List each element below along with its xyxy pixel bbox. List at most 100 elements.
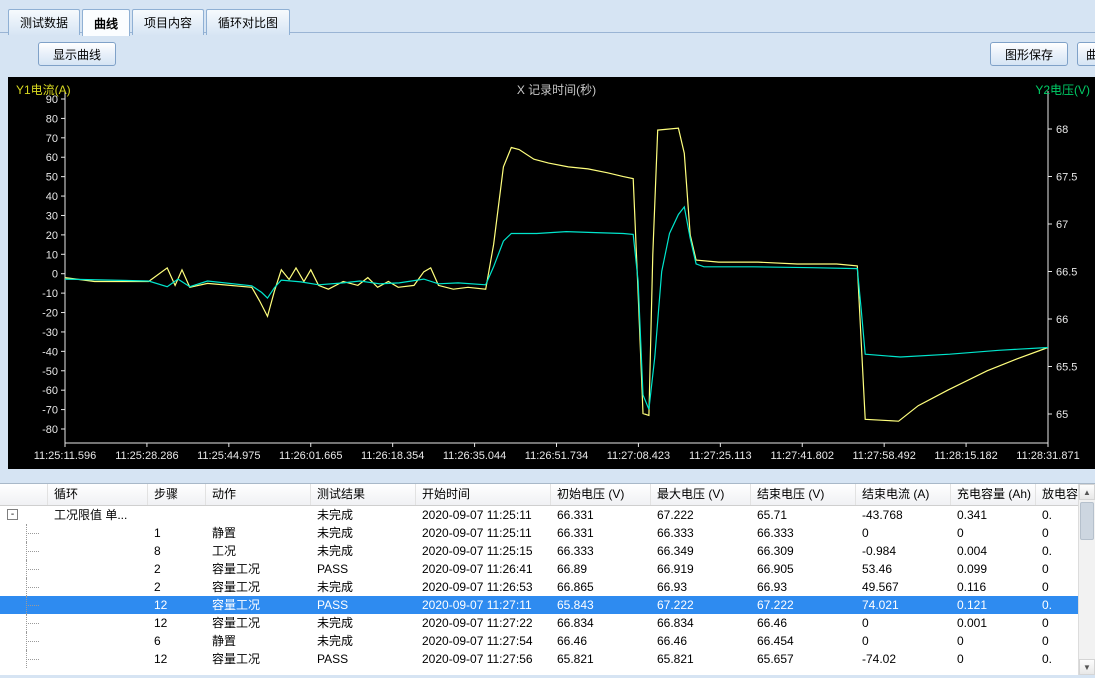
cell-initial-voltage: 66.46 xyxy=(551,632,651,650)
cell-start-time: 2020-09-07 11:26:41 xyxy=(416,560,551,578)
cell-discharge-capacity: 0 xyxy=(1036,632,1078,650)
cell-end-current: 49.567 xyxy=(856,578,951,596)
cell-initial-voltage: 66.89 xyxy=(551,560,651,578)
cell-end-current: 74.021 xyxy=(856,596,951,614)
cell-step: 12 xyxy=(148,650,206,668)
scrollbar-thumb[interactable] xyxy=(1080,502,1094,540)
column-header-start-time[interactable]: 开始时间 xyxy=(416,484,551,505)
table-row[interactable]: 12容量工况PASS2020-09-07 11:27:5665.82165.82… xyxy=(0,650,1078,668)
column-header-discharge-capacity[interactable]: 放电容 xyxy=(1036,484,1078,505)
scroll-down-icon[interactable]: ▼ xyxy=(1079,659,1095,675)
vertical-scrollbar[interactable]: ▲ ▼ xyxy=(1078,484,1095,675)
y1-tick-label: -20 xyxy=(42,308,58,320)
y2-tick-label: 66.5 xyxy=(1056,267,1077,279)
column-header-initial-voltage[interactable]: 初始电压 (V) xyxy=(551,484,651,505)
y1-tick-label: 60 xyxy=(46,152,58,164)
cell-start-time: 2020-09-07 11:27:22 xyxy=(416,614,551,632)
show-curve-button[interactable]: 显示曲线 xyxy=(38,42,116,66)
column-header-charge-capacity[interactable]: 充电容量 (Ah) xyxy=(951,484,1036,505)
y1-tick-label: -60 xyxy=(42,385,58,397)
cell-cycle xyxy=(48,542,148,560)
x-tick-label: 11:25:44.975 xyxy=(197,450,260,462)
table-row[interactable]: -工况限值 单...未完成2020-09-07 11:25:1166.33167… xyxy=(0,506,1078,524)
save-graph-button[interactable]: 图形保存 xyxy=(990,42,1068,66)
tab-4[interactable]: 循环对比图 xyxy=(206,9,290,35)
cell-charge-capacity: 0 xyxy=(951,632,1036,650)
cell-end-current: -0.984 xyxy=(856,542,951,560)
column-header-max-voltage[interactable]: 最大电压 (V) xyxy=(651,484,751,505)
x-tick-label: 11:26:35.044 xyxy=(443,450,506,462)
cell-tree xyxy=(0,632,48,650)
column-header-result[interactable]: 测试结果 xyxy=(311,484,416,505)
tree-collapse-icon[interactable]: - xyxy=(7,509,18,520)
chart-title: X 记录时间(秒) xyxy=(517,83,596,97)
cell-cycle xyxy=(48,596,148,614)
chart-panel: 9080706050403020100-10-20-30-40-50-60-70… xyxy=(8,77,1095,469)
cell-step: 12 xyxy=(148,596,206,614)
column-header-step[interactable]: 步骤 xyxy=(148,484,206,505)
y1-tick-label: 0 xyxy=(52,269,58,281)
y1-tick-label: -70 xyxy=(42,405,58,417)
cell-initial-voltage: 66.331 xyxy=(551,524,651,542)
cell-charge-capacity: 0.121 xyxy=(951,596,1036,614)
cell-discharge-capacity: 0. xyxy=(1036,650,1078,668)
cell-step: 12 xyxy=(148,614,206,632)
cell-tree xyxy=(0,614,48,632)
table-row[interactable]: 2容量工况未完成2020-09-07 11:26:5366.86566.9366… xyxy=(0,578,1078,596)
table-row[interactable]: 1静置未完成2020-09-07 11:25:1166.33166.33366.… xyxy=(0,524,1078,542)
cell-initial-voltage: 66.331 xyxy=(551,506,651,524)
cell-max-voltage: 65.821 xyxy=(651,650,751,668)
cell-step xyxy=(148,506,206,524)
y2-tick-label: 66 xyxy=(1056,314,1068,326)
column-header-end-current[interactable]: 结束电流 (A) xyxy=(856,484,951,505)
x-tick-label: 11:28:15.182 xyxy=(934,450,997,462)
cell-tree: - xyxy=(0,506,48,524)
cell-discharge-capacity: 0. xyxy=(1036,596,1078,614)
tab-2[interactable]: 曲线 xyxy=(82,9,130,36)
cell-end-current: 53.46 xyxy=(856,560,951,578)
cell-result: PASS xyxy=(311,650,416,668)
cell-tree xyxy=(0,560,48,578)
table-row[interactable]: 2容量工况PASS2020-09-07 11:26:4166.8966.9196… xyxy=(0,560,1078,578)
tab-1[interactable]: 测试数据 xyxy=(8,9,80,35)
cell-charge-capacity: 0 xyxy=(951,524,1036,542)
cell-action: 静置 xyxy=(206,632,311,650)
cell-start-time: 2020-09-07 11:27:11 xyxy=(416,596,551,614)
results-table: 循环步骤动作测试结果开始时间初始电压 (V)最大电压 (V)结束电压 (V)结束… xyxy=(0,483,1095,675)
cell-end-voltage: 66.93 xyxy=(751,578,856,596)
y1-tick-label: 30 xyxy=(46,210,58,222)
x-tick-label: 11:25:11.596 xyxy=(34,450,97,462)
x-tick-label: 11:26:01.665 xyxy=(279,450,342,462)
cell-start-time: 2020-09-07 11:27:56 xyxy=(416,650,551,668)
cell-max-voltage: 66.919 xyxy=(651,560,751,578)
cell-initial-voltage: 65.843 xyxy=(551,596,651,614)
cell-max-voltage: 66.333 xyxy=(651,524,751,542)
cell-start-time: 2020-09-07 11:26:53 xyxy=(416,578,551,596)
scroll-up-icon[interactable]: ▲ xyxy=(1079,484,1095,500)
table-row[interactable]: 12容量工况PASS2020-09-07 11:27:1165.84367.22… xyxy=(0,596,1078,614)
column-header-end-voltage[interactable]: 结束电压 (V) xyxy=(751,484,856,505)
cell-end-current: 0 xyxy=(856,524,951,542)
x-tick-label: 11:27:08.423 xyxy=(607,450,670,462)
cell-tree xyxy=(0,650,48,668)
tab-3[interactable]: 项目内容 xyxy=(132,9,204,35)
cell-charge-capacity: 0.099 xyxy=(951,560,1036,578)
cell-cycle xyxy=(48,632,148,650)
cell-action xyxy=(206,506,311,524)
cell-tree xyxy=(0,542,48,560)
clipped-right-button[interactable]: 曲 xyxy=(1077,42,1095,66)
table-row[interactable]: 12容量工况未完成2020-09-07 11:27:2266.83466.834… xyxy=(0,614,1078,632)
column-header-action[interactable]: 动作 xyxy=(206,484,311,505)
table-row[interactable]: 8工况未完成2020-09-07 11:25:1566.33366.34966.… xyxy=(0,542,1078,560)
cell-end-current: -43.768 xyxy=(856,506,951,524)
column-header-cycle[interactable]: 循环 xyxy=(48,484,148,505)
cell-end-voltage: 65.71 xyxy=(751,506,856,524)
cell-action: 工况 xyxy=(206,542,311,560)
cell-discharge-capacity: 0. xyxy=(1036,506,1078,524)
cell-max-voltage: 66.349 xyxy=(651,542,751,560)
column-header-tree[interactable] xyxy=(0,484,48,505)
toolbar-right-group: 图形保存 曲 xyxy=(990,39,1095,66)
table-row[interactable]: 6静置未完成2020-09-07 11:27:5466.4666.4666.45… xyxy=(0,632,1078,650)
cell-cycle xyxy=(48,560,148,578)
cell-start-time: 2020-09-07 11:25:15 xyxy=(416,542,551,560)
